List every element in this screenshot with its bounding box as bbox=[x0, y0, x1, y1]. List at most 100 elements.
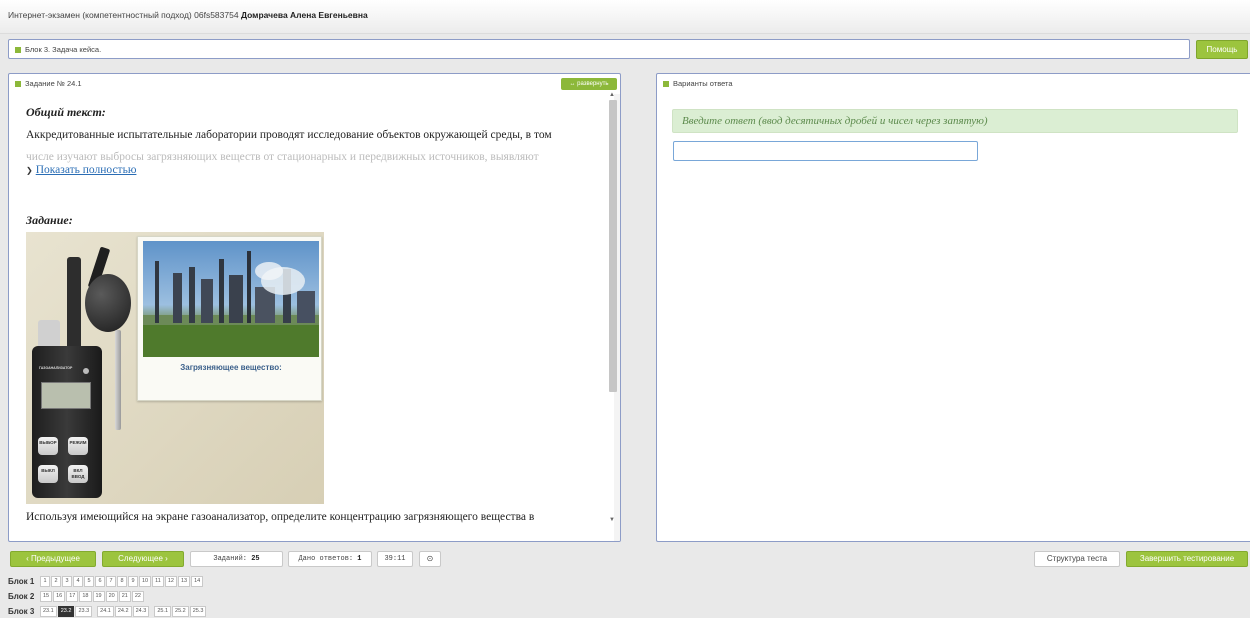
question-button[interactable]: 10 bbox=[139, 576, 152, 587]
gas-analyzer-sensor bbox=[38, 320, 60, 348]
building bbox=[297, 291, 315, 323]
scrollbar-thumb[interactable] bbox=[609, 100, 617, 392]
question-button[interactable]: 23.3 bbox=[75, 606, 93, 617]
question-button[interactable]: 14 bbox=[191, 576, 204, 587]
gas-analyzer-knob bbox=[83, 368, 89, 374]
block-1-questions: 1 2 3 4 5 6 7 8 9 10 11 12 13 14 bbox=[40, 576, 204, 587]
question-button[interactable]: 21 bbox=[118, 591, 131, 602]
question-button[interactable]: 25.1 bbox=[154, 606, 172, 617]
finish-test-button[interactable]: Завершить тестирование bbox=[1126, 551, 1248, 567]
question-button[interactable]: 24.1 bbox=[97, 606, 114, 617]
device-button-select[interactable]: ВЫБОР bbox=[38, 437, 58, 455]
answer-square-icon bbox=[663, 81, 669, 88]
question-button[interactable]: 25.3 bbox=[189, 606, 207, 617]
block-name: Блок 2 bbox=[8, 592, 35, 601]
gas-analyzer-tube bbox=[67, 257, 81, 357]
general-text-line2: числе изучают выбросы загрязняющих вещес… bbox=[26, 151, 539, 163]
chevron-down-icon: ❯ bbox=[26, 166, 33, 175]
question-button[interactable]: 22 bbox=[131, 591, 144, 602]
question-button[interactable]: 3 bbox=[62, 576, 72, 587]
task-square-icon bbox=[15, 81, 21, 88]
question-button[interactable]: 18 bbox=[79, 591, 92, 602]
question-button[interactable]: 24.3 bbox=[132, 606, 150, 617]
answers-count-label: Дано ответов: bbox=[298, 555, 354, 563]
next-button[interactable]: Следующее › bbox=[102, 551, 184, 567]
device-button-mode[interactable]: РЕЖИМ bbox=[68, 437, 88, 455]
general-text-line1: Аккредитованные испытательные лаборатори… bbox=[26, 129, 552, 141]
exam-name: Интернет-экзамен (компетентностный подхо… bbox=[8, 10, 239, 20]
device-button-off[interactable]: ВЫКЛ bbox=[38, 465, 58, 483]
question-button[interactable]: 16 bbox=[53, 591, 66, 602]
answers-count-box: Дано ответов: 1 bbox=[288, 551, 372, 567]
question-button[interactable]: 4 bbox=[73, 576, 83, 587]
tower bbox=[229, 275, 243, 323]
test-structure-button[interactable]: Структура теста bbox=[1034, 551, 1120, 567]
task-text: Используя имеющийся на экране газоанализ… bbox=[26, 511, 535, 523]
block-3-questions: 23.1 23.2 23.3 24.1 24.2 24.3 25.1 25.2 25.3 bbox=[40, 606, 207, 617]
prev-button[interactable]: ‹ Предыдущее bbox=[10, 551, 96, 567]
answer-panel-header: Варианты ответа bbox=[663, 79, 733, 88]
question-button[interactable]: 19 bbox=[92, 591, 105, 602]
show-more-link[interactable]: Показать полностью bbox=[36, 164, 137, 176]
factory-illustration bbox=[143, 251, 319, 357]
question-button[interactable]: 8 bbox=[117, 576, 127, 587]
block-square-icon bbox=[15, 47, 21, 54]
block-row-1: Блок 1 1 2 3 4 5 6 7 8 9 10 11 12 13 14 bbox=[8, 576, 204, 588]
exam-title: Интернет-экзамен (компетентностный подхо… bbox=[8, 10, 368, 20]
question-button[interactable]: 9 bbox=[128, 576, 138, 587]
general-text-label: Общий текст: bbox=[26, 105, 106, 119]
answers-count: 1 bbox=[357, 555, 362, 563]
scroll-up-icon[interactable]: ▲ bbox=[609, 92, 615, 98]
factory-photo bbox=[143, 241, 319, 357]
question-button[interactable]: 25.2 bbox=[172, 606, 189, 617]
timer: 39:11 bbox=[377, 551, 413, 567]
grass bbox=[143, 323, 319, 357]
task-number: Задание № 24.1 bbox=[25, 79, 82, 88]
show-more[interactable]: ❯ Показать полностью bbox=[26, 164, 136, 176]
question-button[interactable]: 11 bbox=[152, 576, 164, 587]
question-button[interactable]: 7 bbox=[106, 576, 116, 587]
gas-analyzer-bulb bbox=[85, 274, 131, 332]
question-button[interactable]: 24.2 bbox=[114, 606, 132, 617]
smoke bbox=[255, 262, 283, 280]
top-bar: Интернет-экзамен (компетентностный подхо… bbox=[0, 0, 1250, 34]
question-button[interactable]: 2 bbox=[51, 576, 61, 587]
question-button[interactable]: 1 bbox=[40, 576, 50, 587]
answer-panel-title: Варианты ответа bbox=[673, 79, 733, 88]
question-button[interactable]: 23.2 bbox=[57, 606, 75, 617]
help-button[interactable]: Помощь bbox=[1196, 40, 1248, 59]
gas-analyzer-screen bbox=[41, 382, 91, 409]
chimney bbox=[155, 261, 159, 323]
answer-hint: Введите ответ (ввод десятичных дробей и … bbox=[672, 109, 1238, 133]
block-bar: Блок 3. Задача кейса. bbox=[8, 39, 1190, 59]
scroll-down-icon[interactable]: ▼ bbox=[609, 517, 615, 523]
chimney bbox=[219, 259, 224, 323]
question-button[interactable]: 20 bbox=[105, 591, 118, 602]
pollutant-label: Загрязняющее вещество: bbox=[180, 363, 282, 372]
block-name: Блок 1 bbox=[8, 577, 35, 586]
question-button[interactable]: 23.1 bbox=[40, 606, 57, 617]
question-button[interactable]: 12 bbox=[164, 576, 177, 587]
question-button[interactable]: 15 bbox=[40, 591, 53, 602]
gas-analyzer-probe bbox=[115, 330, 121, 430]
block-label: Блок 3. Задача кейса. bbox=[25, 45, 102, 54]
question-button[interactable]: 6 bbox=[95, 576, 105, 587]
block-name: Блок 3 bbox=[8, 607, 35, 616]
user-name: Домрачева Алена Евгеньевна bbox=[240, 10, 368, 20]
device-button-on[interactable]: ВКЛ ВВОД bbox=[68, 465, 88, 483]
tasks-count: 25 bbox=[251, 555, 260, 563]
gas-analyzer-label: ГАЗОАНАЛИЗАТОР bbox=[39, 366, 73, 370]
tasks-count-label: Заданий: bbox=[213, 555, 247, 563]
question-button[interactable]: 17 bbox=[66, 591, 79, 602]
tower bbox=[173, 273, 182, 323]
question-button[interactable]: 5 bbox=[84, 576, 94, 587]
answer-input[interactable] bbox=[673, 141, 978, 161]
block-row-2: Блок 2 15 16 17 18 19 20 21 22 bbox=[8, 591, 145, 603]
tower bbox=[201, 279, 213, 323]
expand-button[interactable]: ↔ развернуть bbox=[561, 78, 617, 90]
tasks-count-box: Заданий: 25 bbox=[190, 551, 283, 567]
task-label: Задание: bbox=[26, 213, 73, 227]
block-row-3: Блок 3 23.1 23.2 23.3 24.1 24.2 24.3 25.1 25.2 25… bbox=[8, 606, 207, 618]
clock-icon[interactable]: ⊙ bbox=[419, 551, 441, 567]
question-button[interactable]: 13 bbox=[177, 576, 191, 587]
